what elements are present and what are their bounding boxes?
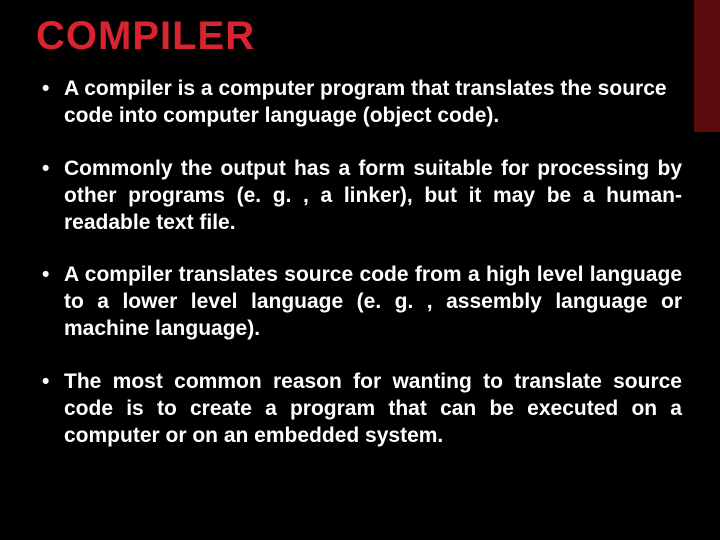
bullet-list: A compiler is a computer program that tr… (36, 76, 682, 450)
accent-bar (694, 0, 720, 132)
slide-title: COMPILER (36, 14, 255, 59)
slide-content: A compiler is a computer program that tr… (36, 76, 682, 476)
bullet-text: Commonly the output has a form suitable … (64, 157, 682, 234)
bullet-text: A compiler translates source code from a… (64, 263, 682, 340)
slide: COMPILER A compiler is a computer progra… (0, 0, 720, 540)
bullet-item: A compiler is a computer program that tr… (36, 76, 682, 130)
bullet-text: A compiler is a computer program that tr… (64, 77, 667, 127)
bullet-item: The most common reason for wanting to tr… (36, 369, 682, 450)
bullet-item: Commonly the output has a form suitable … (36, 156, 682, 237)
bullet-text: The most common reason for wanting to tr… (64, 370, 682, 447)
bullet-item: A compiler translates source code from a… (36, 262, 682, 343)
